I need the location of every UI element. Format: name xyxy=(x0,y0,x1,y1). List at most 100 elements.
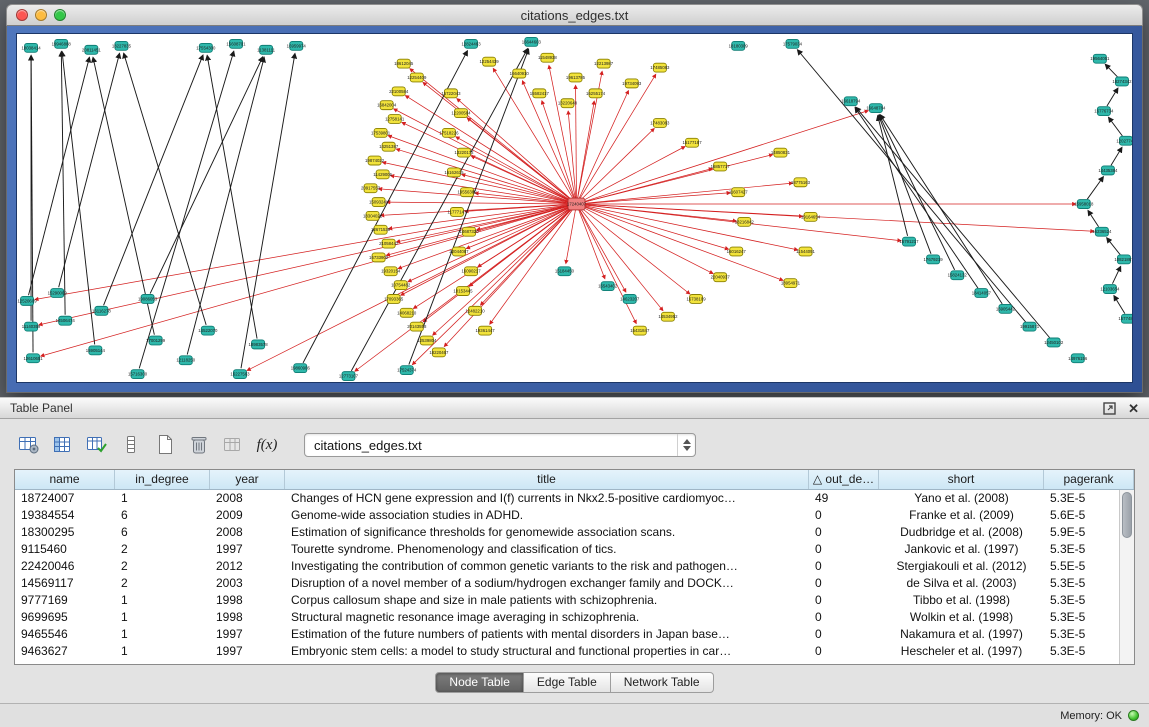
column-header-short[interactable]: short xyxy=(879,470,1044,489)
network-node-label: 12824463 xyxy=(461,41,481,46)
tab-edge-table[interactable]: Edge Table xyxy=(524,672,611,693)
tab-node-table[interactable]: Node Table xyxy=(435,672,524,693)
network-node-label: 19874022 xyxy=(365,158,385,163)
table-row[interactable]: 1456911722003Disruption of a novel membe… xyxy=(15,575,1134,592)
network-node-label: 16791217 xyxy=(899,239,919,244)
cell-out_degree: 0 xyxy=(809,609,879,626)
network-node-label: 16738109 xyxy=(686,296,706,301)
close-panel-icon[interactable]: ✕ xyxy=(1128,402,1139,415)
column-header-in_degree[interactable]: in_degree xyxy=(115,470,210,489)
table-panel-titlebar: Table Panel ✕ xyxy=(0,397,1149,419)
cell-out_degree: 0 xyxy=(809,558,879,575)
row-options-icon[interactable] xyxy=(116,431,146,459)
network-node-label: 15582417 xyxy=(530,91,550,96)
network-node-label: 17524374 xyxy=(397,368,417,373)
network-node-label: 19734093 xyxy=(622,81,642,86)
column-header-out_degree[interactable]: △ out_de… xyxy=(809,470,879,489)
cell-in_degree: 1 xyxy=(115,626,210,643)
column-header-pagerank[interactable]: pagerank xyxy=(1044,470,1134,489)
network-edge xyxy=(1088,211,1098,227)
scrollbar-thumb[interactable] xyxy=(1122,492,1132,538)
table-selector-dropdown[interactable]: citations_edges.txt xyxy=(304,433,696,457)
network-node-label: 12213987 xyxy=(594,61,614,66)
cell-out_degree: 0 xyxy=(809,507,879,524)
network-node-label: 17483083 xyxy=(650,120,670,125)
network-node-label: 14534952 xyxy=(658,314,678,319)
table-row[interactable]: 977716911998Corpus callosum shape and si… xyxy=(15,592,1134,609)
network-edge xyxy=(462,174,571,202)
cell-title: Tourette syndrome. Phenomenology and cla… xyxy=(285,541,809,558)
table-row[interactable]: 969969511998Structural magnetic resonanc… xyxy=(15,609,1134,626)
network-edge xyxy=(139,51,233,368)
cell-name: 14569117 xyxy=(15,575,115,592)
network-edge xyxy=(542,101,575,199)
network-node-label: 18274342 xyxy=(1112,79,1132,84)
network-node-label: 18612045 xyxy=(394,61,414,66)
network-edge xyxy=(579,209,636,323)
show-columns-icon[interactable] xyxy=(48,431,78,459)
float-panel-icon[interactable] xyxy=(1103,402,1116,415)
column-header-title[interactable]: title xyxy=(285,470,809,489)
table-panel: Table Panel ✕ f(x) xyxy=(0,397,1149,703)
cell-in_degree: 2 xyxy=(115,541,210,558)
table-row[interactable]: 1938455462009Genome-wide association stu… xyxy=(15,507,1134,524)
cell-out_degree: 0 xyxy=(809,643,879,660)
network-node-label: 19946888 xyxy=(52,41,72,46)
vertical-scrollbar[interactable] xyxy=(1119,490,1134,664)
edit-table-icon[interactable] xyxy=(82,431,112,459)
network-node-label: 18954971 xyxy=(781,281,801,286)
network-edge xyxy=(303,51,467,363)
cell-year: 1998 xyxy=(210,609,285,626)
cell-name: 22420046 xyxy=(15,558,115,575)
network-node-label: 19320154 xyxy=(381,269,401,274)
tab-network-table[interactable]: Network Table xyxy=(611,672,714,693)
network-node-label: 20811451 xyxy=(82,47,101,52)
network-node-label: 19564051 xyxy=(1090,56,1110,61)
new-table-icon[interactable] xyxy=(150,431,180,459)
table-row[interactable]: 1830029562008Estimation of significance … xyxy=(15,524,1134,541)
network-node-label: 16116278 xyxy=(92,308,111,313)
cell-short: Yano et al. (2008) xyxy=(879,490,1044,507)
network-node-label: 16162615 xyxy=(444,170,464,175)
window-titlebar[interactable]: citations_edges.txt xyxy=(6,4,1143,26)
table-row[interactable]: 946554611997Estimation of the future num… xyxy=(15,626,1134,643)
cell-in_degree: 1 xyxy=(115,609,210,626)
network-node-label: 18983578 xyxy=(249,342,269,347)
network-canvas[interactable]: 1724040718612045122544092210058416842004… xyxy=(16,33,1133,383)
import-table-icon[interactable] xyxy=(218,431,248,459)
browse-table-icon[interactable] xyxy=(14,431,44,459)
network-node-label: 12671539 xyxy=(371,227,391,232)
cell-short: Hescheler et al. (1997) xyxy=(879,643,1044,660)
network-edge xyxy=(798,50,1026,322)
cell-year: 1997 xyxy=(210,643,285,660)
table-row[interactable]: 2242004622012Investigating the contribut… xyxy=(15,558,1134,575)
network-node-label: 16842004 xyxy=(377,103,397,108)
table-row[interactable]: 1872400712008Changes of HCN gene express… xyxy=(15,490,1134,507)
cell-out_degree: 0 xyxy=(809,524,879,541)
network-graph[interactable]: 1724040718612045122544092210058416842004… xyxy=(17,34,1132,382)
delete-table-icon[interactable] xyxy=(184,431,214,459)
network-node-label: 11544091 xyxy=(796,249,815,254)
dropdown-stepper-icon xyxy=(677,434,695,456)
network-edge xyxy=(104,55,203,305)
column-header-year[interactable]: year xyxy=(210,470,285,489)
network-node-label: 18180309 xyxy=(729,43,749,48)
network-node-label: 17518226 xyxy=(439,130,459,135)
network-edge xyxy=(150,57,263,294)
function-builder-button[interactable]: f(x) xyxy=(252,431,282,459)
network-node-label: 12520609 xyxy=(17,298,37,303)
column-header-name[interactable]: name xyxy=(15,470,115,489)
network-node-label: 14522070 xyxy=(198,328,218,333)
network-node-label: 17240407 xyxy=(567,202,587,207)
network-edge xyxy=(580,209,663,311)
cell-in_degree: 2 xyxy=(115,558,210,575)
network-node-label: 16857717 xyxy=(711,164,731,169)
table-row[interactable]: 946362711997Embryonic stem cells: a mode… xyxy=(15,643,1134,660)
network-node-label: 12758141 xyxy=(385,117,405,122)
network-node-label: 15184450 xyxy=(555,269,575,274)
table-type-tabs: Node TableEdge TableNetwork Table xyxy=(435,672,713,693)
network-node-label: 11381111 xyxy=(257,47,275,52)
network-node-label: 16255174 xyxy=(586,91,606,96)
cell-title: Corpus callosum shape and size in male p… xyxy=(285,592,809,609)
table-row[interactable]: 911546021997Tourette syndrome. Phenomeno… xyxy=(15,541,1134,558)
